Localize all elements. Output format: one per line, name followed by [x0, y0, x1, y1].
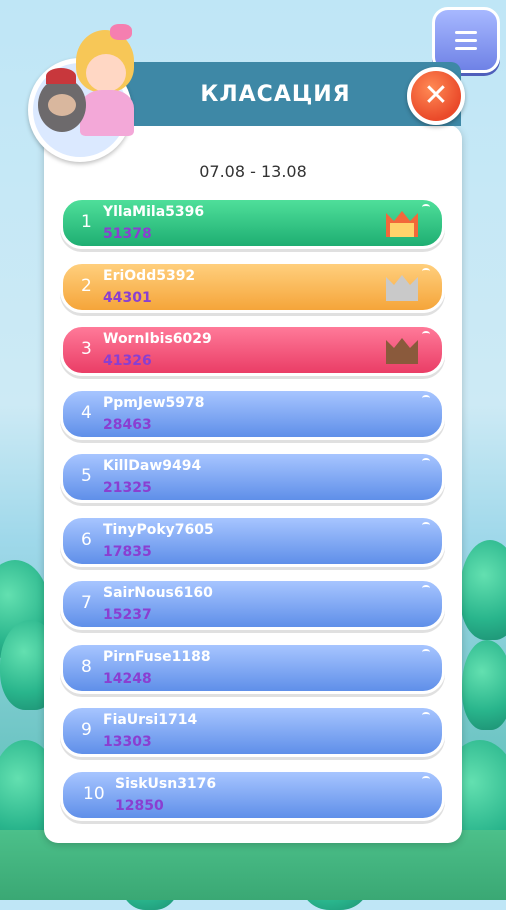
player-avatar	[24, 18, 139, 162]
row-shine	[422, 712, 430, 718]
leaderboard-row: 1 YllaMila5396 51378	[60, 197, 445, 249]
menu-icon	[455, 30, 477, 34]
player-score: 41326	[103, 353, 152, 369]
crown-icon	[386, 274, 418, 301]
row-shine	[422, 585, 430, 591]
player-name: KillDaw9494	[103, 458, 202, 474]
player-score: 51378	[103, 226, 152, 242]
player-name: EriOdd5392	[103, 267, 196, 284]
rank-number: 5	[81, 466, 92, 486]
row-shine	[422, 458, 430, 464]
leaderboard-row: 4 PpmJew5978 28463	[60, 387, 445, 440]
rank-number: 1	[81, 212, 92, 232]
player-name: SiskUsn3176	[115, 775, 217, 792]
row-shine	[422, 267, 430, 274]
player-name: TinyPoky7605	[103, 521, 214, 538]
row-shine	[422, 331, 430, 337]
row-shine	[422, 775, 430, 782]
player-name: YllaMila5396	[103, 204, 205, 220]
rank-number: 6	[81, 529, 92, 550]
leaderboard-row: 5 KillDaw9494 21325	[60, 451, 445, 503]
player-name: PirnFuse1188	[103, 648, 211, 665]
rank-number: 3	[81, 339, 92, 359]
player-score: 17835	[103, 543, 152, 560]
player-score: 21325	[103, 480, 152, 496]
player-name: FiaUrsi1714	[103, 712, 198, 728]
leaderboard-row: 2 EriOdd5392 44301	[60, 260, 445, 313]
page-title: КЛАСАЦИЯ	[200, 81, 351, 107]
date-range: 07.08 - 13.08	[199, 162, 307, 181]
rank-number: 10	[83, 783, 105, 804]
leaderboard-row: 10 SiskUsn3176 12850	[60, 768, 445, 821]
player-score: 12850	[115, 797, 164, 814]
leaderboard-row: 3 WornIbis6029 41326	[60, 324, 445, 376]
rank-number: 4	[81, 402, 92, 423]
crown-icon	[386, 211, 418, 237]
player-score: 28463	[103, 416, 152, 433]
row-shine	[422, 204, 430, 210]
crown-icon	[386, 338, 418, 364]
rank-number: 2	[81, 275, 92, 296]
leaderboard-row: 6 TinyPoky7605 17835	[60, 514, 445, 567]
player-name: WornIbis6029	[103, 331, 212, 347]
rank-number: 7	[81, 593, 92, 613]
player-score: 14248	[103, 670, 152, 687]
rank-number: 9	[81, 720, 92, 740]
player-score: 13303	[103, 734, 152, 750]
player-score: 15237	[103, 607, 152, 623]
row-shine	[422, 394, 430, 401]
leaderboard-row: 8 PirnFuse1188 14248	[60, 641, 445, 694]
close-icon: ✕	[423, 78, 449, 113]
rank-number: 8	[81, 656, 92, 677]
row-shine	[422, 521, 430, 528]
player-score: 44301	[103, 289, 152, 306]
leaderboard-row: 7 SairNous6160 15237	[60, 578, 445, 630]
row-shine	[422, 648, 430, 655]
close-button[interactable]: ✕	[407, 67, 465, 125]
player-name: PpmJew5978	[103, 394, 205, 411]
player-name: SairNous6160	[103, 585, 213, 601]
leaderboard-row: 9 FiaUrsi1714 13303	[60, 705, 445, 757]
